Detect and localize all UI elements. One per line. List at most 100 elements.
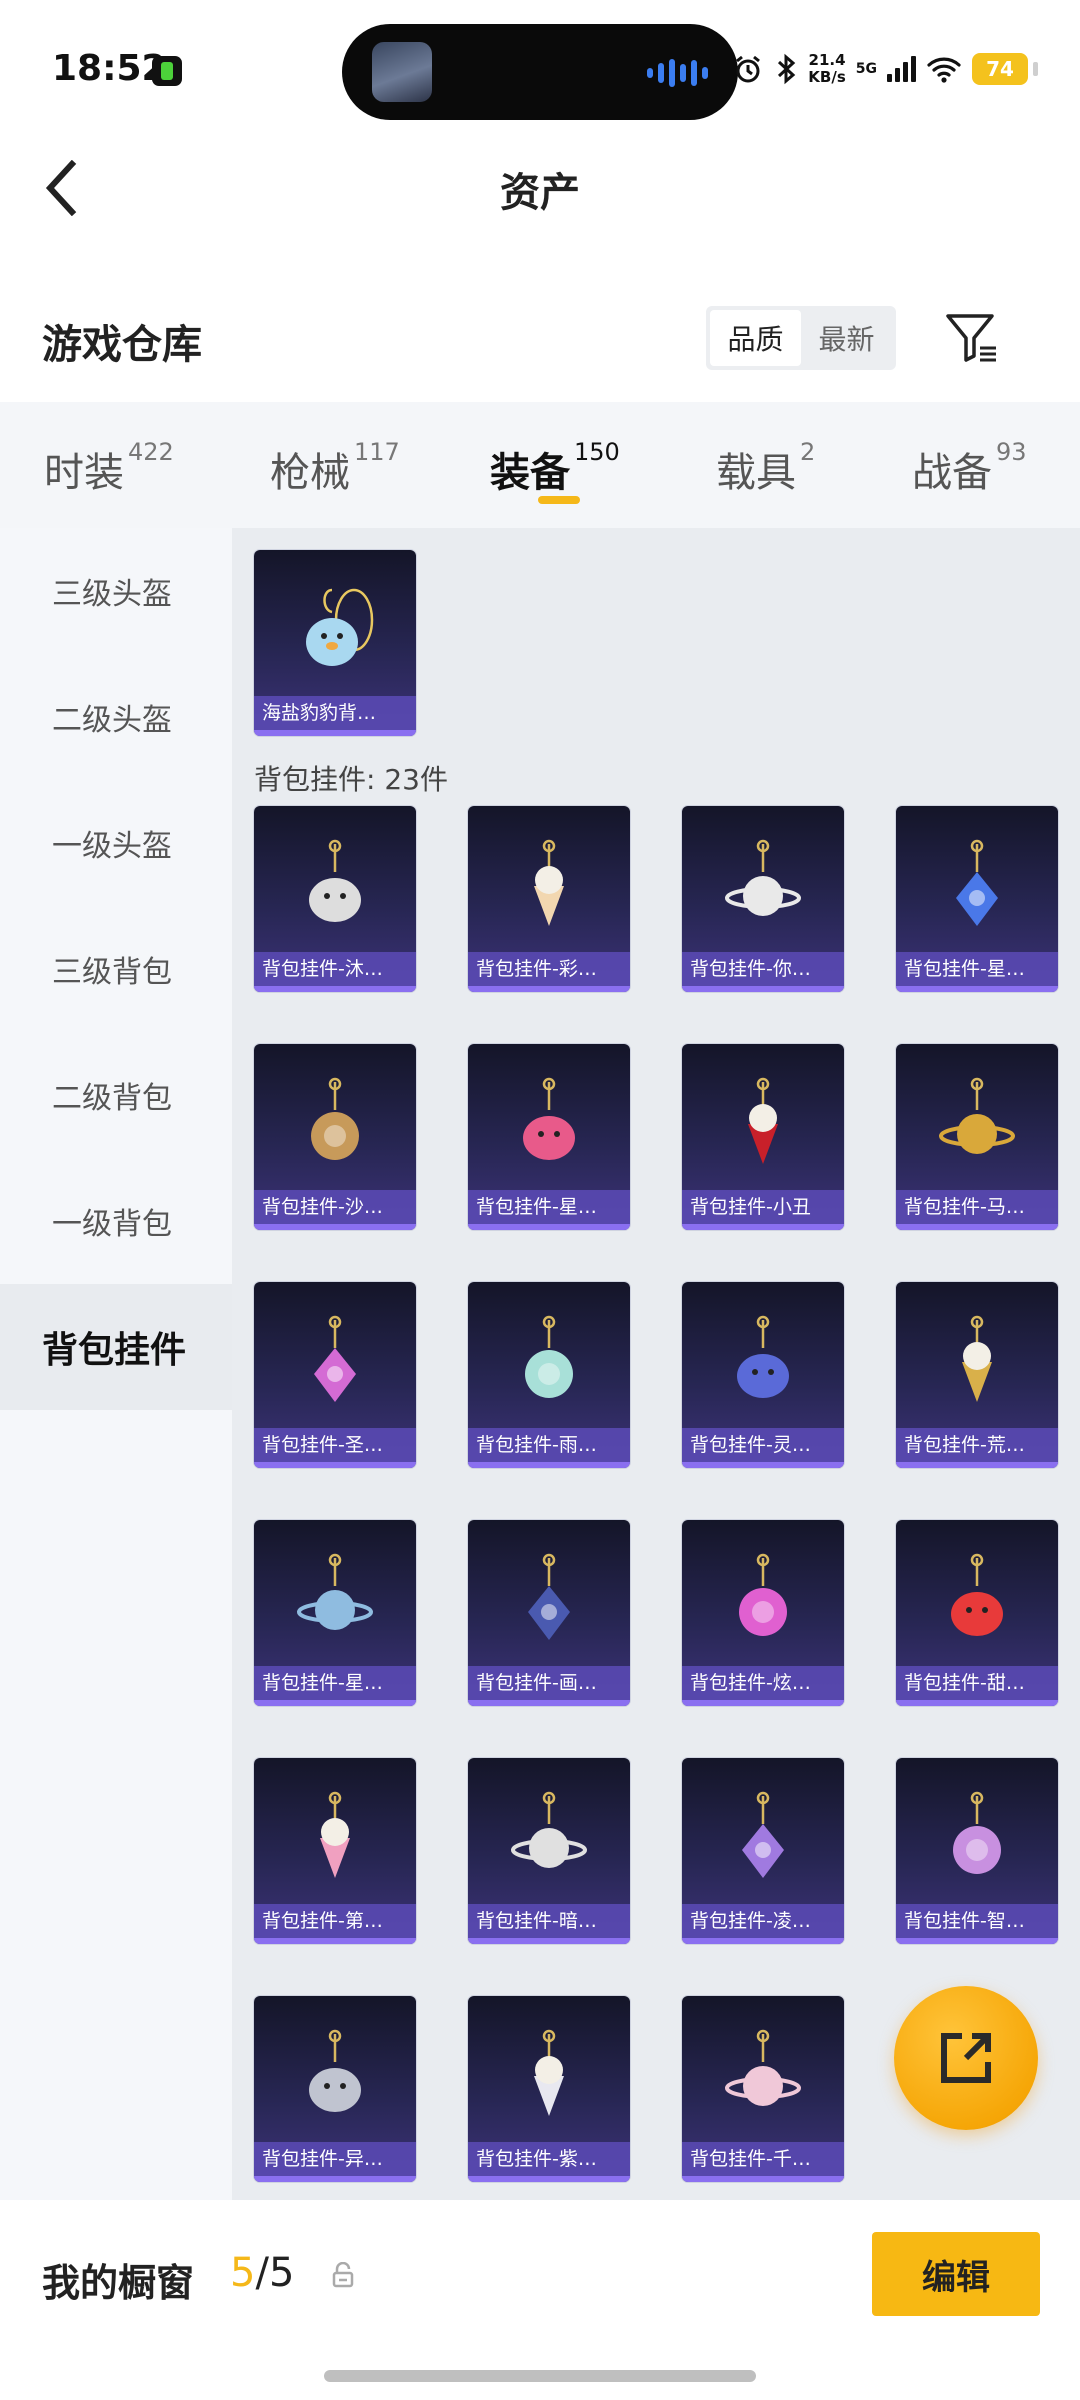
item-label: 背包挂件-沐… bbox=[254, 952, 416, 986]
item-label: 背包挂件-雨… bbox=[468, 1428, 630, 1462]
charm-item-card[interactable]: 背包挂件-紫… bbox=[468, 1996, 630, 2182]
charm-item-card[interactable]: 背包挂件-灵… bbox=[682, 1282, 844, 1468]
charm-item-card[interactable]: 背包挂件-星… bbox=[896, 806, 1058, 992]
rarity-bar bbox=[254, 730, 416, 736]
sidebar-item-helmet-lv3[interactable]: 三级头盔 bbox=[0, 528, 232, 654]
item-label: 背包挂件-炫… bbox=[682, 1666, 844, 1700]
charm-item-card[interactable]: 背包挂件-沐… bbox=[254, 806, 416, 992]
crystal-charm-icon bbox=[297, 1553, 373, 1630]
charm-item-card[interactable]: 背包挂件-彩… bbox=[468, 806, 630, 992]
home-indicator[interactable] bbox=[324, 2370, 756, 2382]
charm-item-card[interactable]: 背包挂件-千… bbox=[682, 1996, 844, 2182]
tab-count: 150 bbox=[574, 438, 620, 466]
charm-item-card[interactable]: 背包挂件-星… bbox=[468, 1044, 630, 1230]
item-label: 背包挂件-紫… bbox=[468, 2142, 630, 2176]
rarity-bar bbox=[682, 1700, 844, 1706]
cat-bottle-charm-icon bbox=[737, 1315, 789, 1398]
tab-label: 载具 bbox=[716, 450, 796, 496]
tab-fashion[interactable]: 时装 422 bbox=[44, 438, 174, 498]
item-label: 背包挂件-智… bbox=[896, 1904, 1058, 1938]
rarity-bar bbox=[468, 2176, 630, 2182]
charm-item-card[interactable]: 背包挂件-第… bbox=[254, 1758, 416, 1944]
charm-item-card[interactable]: 背包挂件-雨… bbox=[468, 1282, 630, 1468]
rarity-bar bbox=[254, 1224, 416, 1230]
charm-item-card[interactable]: 背包挂件-马… bbox=[896, 1044, 1058, 1230]
sidebar-item-backpack-lv1[interactable]: 一级背包 bbox=[0, 1158, 232, 1284]
charm-item-card[interactable]: 背包挂件-你… bbox=[682, 806, 844, 992]
sort-quality-button[interactable]: 品质 bbox=[710, 310, 801, 366]
sidebar-item-helmet-lv1[interactable]: 一级头盔 bbox=[0, 780, 232, 906]
tab-label: 时装 bbox=[44, 450, 124, 496]
charm-item-card[interactable]: 背包挂件-甜… bbox=[896, 1520, 1058, 1706]
signal-icon bbox=[887, 56, 916, 82]
tab-battle-supplies[interactable]: 战备 93 bbox=[912, 438, 1027, 498]
network-speed-value: 21.4 bbox=[808, 51, 846, 69]
app-notification-icon bbox=[152, 56, 182, 86]
sidebar-item-backpack-lv2[interactable]: 二级背包 bbox=[0, 1032, 232, 1158]
category-tabs: 时装 422 枪械 117 装备 150 载具 2 战备 93 bbox=[0, 402, 1080, 528]
dynamic-island[interactable] bbox=[342, 24, 738, 120]
status-icons: 21.4 KB/s 5G 74 bbox=[732, 51, 1038, 86]
warehouse-title: 游戏仓库 bbox=[42, 322, 202, 368]
tab-label: 枪械 bbox=[270, 450, 350, 496]
charm-item-card[interactable]: 背包挂件-智… bbox=[896, 1758, 1058, 1944]
active-tab-indicator bbox=[538, 496, 580, 504]
rarity-bar bbox=[468, 1700, 630, 1706]
subcategory-sidebar: 三级头盔 二级头盔 一级头盔 三级背包 二级背包 一级背包 背包挂件 bbox=[0, 528, 232, 2200]
sort-latest-button[interactable]: 最新 bbox=[801, 310, 892, 366]
gem-charm-icon bbox=[311, 1077, 359, 1160]
network-type: 5G bbox=[855, 61, 877, 77]
tab-count: 117 bbox=[354, 438, 400, 466]
status-bar: 18:52 21.4 KB/s 5G 74 bbox=[0, 0, 1080, 140]
tab-firearms[interactable]: 枪械 117 bbox=[270, 438, 400, 498]
bottom-bar: 我的橱窗 5/5 编辑 bbox=[0, 2200, 1080, 2400]
rarity-bar bbox=[254, 986, 416, 992]
orb-charm-icon bbox=[314, 1315, 356, 1402]
item-label: 背包挂件-你… bbox=[682, 952, 844, 986]
planet-charm-icon bbox=[956, 839, 998, 926]
item-label: 背包挂件-异… bbox=[254, 2142, 416, 2176]
item-label: 背包挂件-甜… bbox=[896, 1666, 1058, 1700]
horse-charm-icon bbox=[939, 1077, 1015, 1154]
showcase-separator: / bbox=[255, 2250, 269, 2296]
tab-equipment[interactable]: 装备 150 bbox=[490, 438, 620, 498]
showcase-count: 5/5 bbox=[230, 2250, 294, 2296]
charm-item-card[interactable]: 背包挂件-星… bbox=[254, 1520, 416, 1706]
saturn-charm-icon bbox=[523, 1077, 575, 1160]
item-label: 背包挂件-马… bbox=[896, 1190, 1058, 1224]
rarity-bar bbox=[468, 986, 630, 992]
charm-item-card[interactable]: 背包挂件-荒… bbox=[896, 1282, 1058, 1468]
rarity-bar bbox=[682, 986, 844, 992]
charm-item-card[interactable]: 背包挂件-小丑 bbox=[682, 1044, 844, 1230]
item-label: 背包挂件-星… bbox=[896, 952, 1058, 986]
charm-item-card[interactable]: 背包挂件-暗… bbox=[468, 1758, 630, 1944]
charm-item-card[interactable]: 背包挂件-炫… bbox=[682, 1520, 844, 1706]
sidebar-item-backpack-lv3[interactable]: 三级背包 bbox=[0, 906, 232, 1032]
rarity-bar bbox=[896, 1700, 1058, 1706]
item-label: 背包挂件-星… bbox=[468, 1190, 630, 1224]
showcase-total: 5 bbox=[268, 2250, 295, 2296]
charm-item-card[interactable]: 背包挂件-凌… bbox=[682, 1758, 844, 1944]
item-label: 背包挂件-第… bbox=[254, 1904, 416, 1938]
sidebar-item-backpack-charm[interactable]: 背包挂件 bbox=[0, 1284, 232, 1410]
item-label: 背包挂件-灵… bbox=[682, 1428, 844, 1462]
kitty-charm-icon bbox=[725, 2029, 801, 2106]
charm-item-card[interactable]: 背包挂件-异… bbox=[254, 1996, 416, 2182]
wand-charm-icon bbox=[525, 1315, 573, 1398]
edit-button[interactable]: 编辑 bbox=[872, 2232, 1040, 2316]
charm-item-card[interactable]: 背包挂件-画… bbox=[468, 1520, 630, 1706]
charm-item-card[interactable]: 背包挂件-沙… bbox=[254, 1044, 416, 1230]
rarity-bar bbox=[468, 1224, 630, 1230]
filter-icon[interactable] bbox=[944, 310, 1000, 366]
charm-item-card[interactable]: 背包挂件-圣… bbox=[254, 1282, 416, 1468]
heart-charm-icon bbox=[320, 1791, 350, 1878]
item-label: 背包挂件-暗… bbox=[468, 1904, 630, 1938]
featured-item-card[interactable]: 海盐豹豹背… bbox=[254, 550, 416, 736]
share-button[interactable] bbox=[894, 1986, 1038, 2130]
sidebar-item-helmet-lv2[interactable]: 二级头盔 bbox=[0, 654, 232, 780]
tab-vehicles[interactable]: 载具 2 bbox=[716, 438, 815, 498]
item-label: 背包挂件-画… bbox=[468, 1666, 630, 1700]
item-label: 海盐豹豹背… bbox=[254, 696, 416, 730]
cat-charm-icon bbox=[309, 839, 361, 922]
penguin-charm-icon bbox=[725, 839, 801, 916]
